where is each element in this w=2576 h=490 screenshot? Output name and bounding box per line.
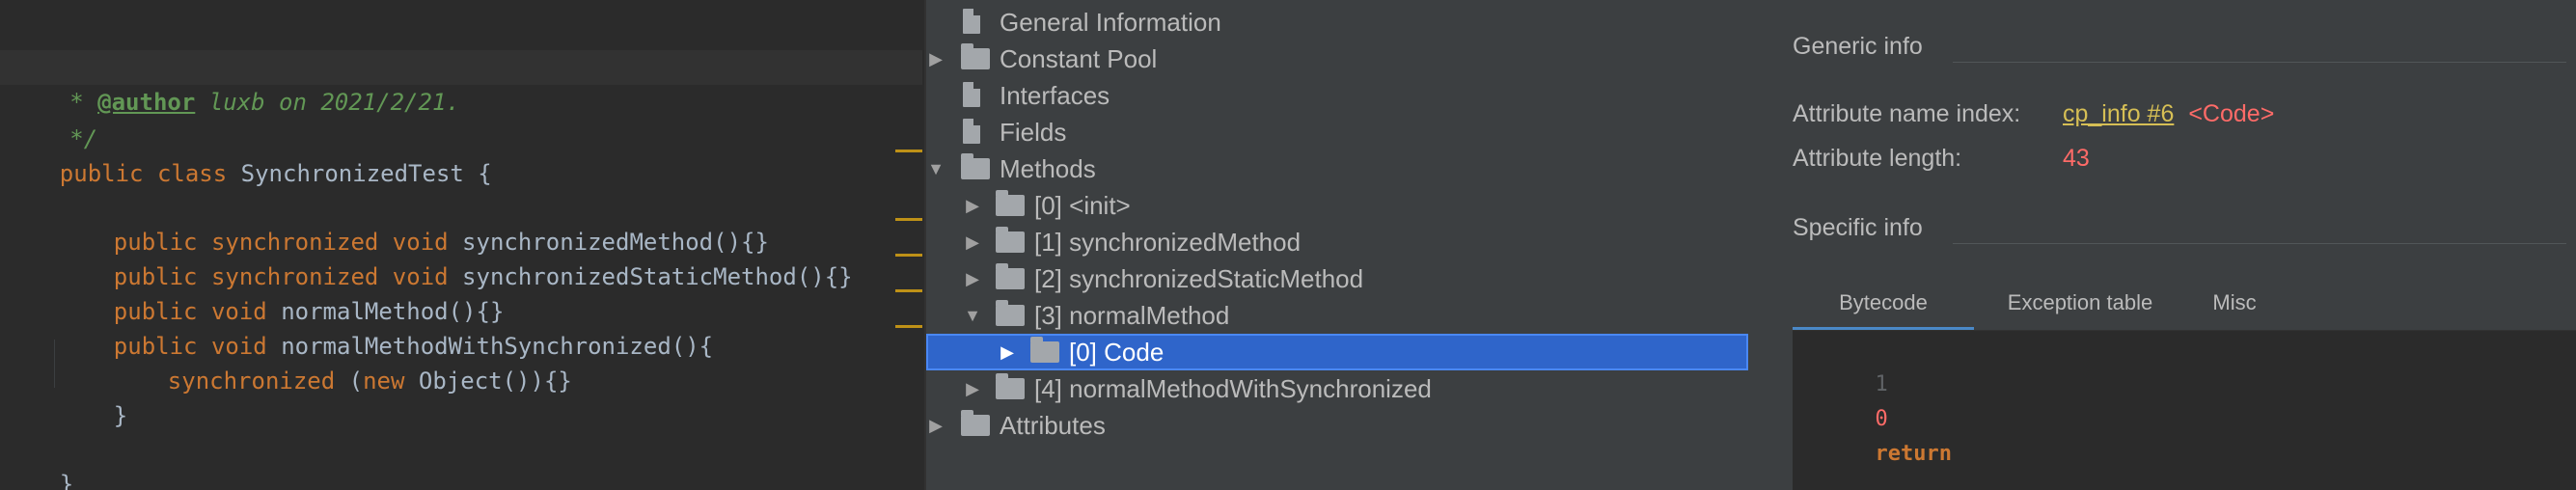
tree-item-label: Methods bbox=[1000, 154, 1096, 183]
generic-info-title: Generic info bbox=[1793, 33, 1923, 60]
tree-item-label: General Information bbox=[1000, 8, 1221, 37]
expand-arrow-icon[interactable]: ▶ bbox=[963, 187, 982, 224]
folder-icon bbox=[1030, 337, 1059, 363]
tree-item-method-normal-with-synchronized[interactable]: ▶ [4] normalMethodWithSynchronized bbox=[926, 370, 1748, 407]
tree-item-method-synchronized[interactable]: ▶ [1] synchronizedMethod bbox=[926, 224, 1748, 260]
expand-arrow-icon[interactable]: ▶ bbox=[926, 41, 945, 77]
folder-icon bbox=[996, 373, 1025, 399]
expand-arrow-icon[interactable]: ▶ bbox=[926, 407, 945, 444]
code-line-2[interactable]: * @author luxb on 2021/2/21. bbox=[0, 50, 922, 116]
bytecode-view[interactable]: 1 0 return bbox=[1793, 331, 2576, 490]
tree-item-constant-pool[interactable]: ▶ Constant Pool bbox=[926, 41, 1748, 77]
code-line-8[interactable]: public void normalMethod(){} bbox=[0, 259, 922, 325]
attribute-info-panel: Generic info Attribute name index: cp_in… bbox=[1748, 0, 2576, 490]
code-line-1[interactable]: /** bbox=[0, 17, 922, 83]
folder-icon bbox=[996, 300, 1025, 326]
class-structure-tree[interactable]: General Information ▶ Constant Pool Inte… bbox=[924, 0, 1748, 490]
tree-item-label: [4] normalMethodWithSynchronized bbox=[1034, 374, 1432, 403]
tree-item-label: [0] <init> bbox=[1034, 191, 1131, 220]
expand-arrow-icon[interactable]: ▶ bbox=[963, 370, 982, 407]
tree-item-label: Attributes bbox=[1000, 411, 1106, 440]
tree-item-label: Interfaces bbox=[1000, 81, 1110, 110]
tree-item-fields[interactable]: Fields bbox=[926, 114, 1748, 150]
tab-exception-table[interactable]: Exception table bbox=[1984, 276, 2177, 330]
info-tabs: Bytecode Exception table Misc bbox=[1793, 276, 2576, 331]
scroll-marker[interactable] bbox=[895, 254, 922, 257]
folder-icon bbox=[996, 190, 1025, 216]
folder-icon bbox=[996, 227, 1025, 253]
collapse-arrow-icon[interactable]: ▼ bbox=[926, 150, 945, 187]
folder-icon bbox=[961, 153, 990, 179]
cp-info-link[interactable]: cp_info #6 bbox=[2063, 100, 2174, 127]
tab-misc[interactable]: Misc bbox=[2186, 276, 2283, 330]
tree-item-method-synchronized-static[interactable]: ▶ [2] synchronizedStaticMethod bbox=[926, 260, 1748, 297]
attribute-name-index-value: cp_info #6 <Code> bbox=[2063, 100, 2274, 128]
brace-close: } bbox=[113, 402, 128, 429]
tree-item-method-init[interactable]: ▶ [0] <init> bbox=[926, 187, 1748, 224]
code-line-10[interactable]: synchronized (new Object()){} bbox=[0, 329, 922, 395]
tree-item-attributes[interactable]: ▶ Attributes bbox=[926, 407, 1748, 444]
tree-item-label: Constant Pool bbox=[1000, 44, 1158, 73]
code-line-7[interactable]: public synchronized void synchronizedSta… bbox=[0, 225, 922, 290]
tree-item-label: [0] Code bbox=[1069, 338, 1165, 367]
folder-icon bbox=[961, 410, 990, 436]
kw-class: class bbox=[156, 160, 228, 187]
bytecode-line[interactable]: 1 0 return bbox=[1798, 333, 1951, 466]
brace-close: } bbox=[59, 471, 74, 490]
scroll-marker[interactable] bbox=[895, 325, 922, 328]
tab-bytecode[interactable]: Bytecode bbox=[1793, 276, 1974, 330]
file-icon bbox=[963, 9, 980, 34]
code-line-13[interactable]: } bbox=[0, 432, 922, 490]
attribute-name-value: <Code> bbox=[2188, 100, 2275, 127]
section-divider bbox=[1953, 62, 2566, 63]
code-line-3[interactable]: */ bbox=[0, 87, 922, 152]
collapse-arrow-icon[interactable]: ▼ bbox=[963, 297, 982, 334]
scroll-marker[interactable] bbox=[895, 218, 922, 221]
tree-item-label: [1] synchronizedMethod bbox=[1034, 228, 1302, 257]
scroll-marker[interactable] bbox=[895, 289, 922, 292]
attribute-length-label: Attribute length: bbox=[1793, 145, 1962, 172]
section-divider bbox=[1953, 243, 2566, 244]
code-line-11[interactable]: } bbox=[0, 364, 922, 429]
bytecode-offset: 0 bbox=[1875, 407, 1888, 431]
tree-item-general-information[interactable]: General Information bbox=[926, 4, 1748, 41]
tree-item-methods[interactable]: ▼ Methods bbox=[926, 150, 1748, 187]
tree-item-code-selected[interactable]: ▶ [0] Code bbox=[926, 334, 1748, 370]
bytecode-opcode: return bbox=[1875, 442, 1952, 466]
line-number: 1 bbox=[1875, 372, 1888, 396]
expand-arrow-icon[interactable]: ▶ bbox=[963, 224, 982, 260]
scroll-marker[interactable] bbox=[895, 150, 922, 152]
file-icon bbox=[963, 119, 980, 144]
tree-item-interfaces[interactable]: Interfaces bbox=[926, 77, 1748, 114]
code-line-4[interactable]: public class SynchronizedTest { bbox=[0, 122, 922, 187]
attribute-length-value: 43 bbox=[2063, 145, 2090, 172]
specific-info-title: Specific info bbox=[1793, 214, 1923, 241]
tree-item-label: Fields bbox=[1000, 118, 1067, 147]
code-editor[interactable]: /** * @author luxb on 2021/2/21. */ publ… bbox=[0, 0, 922, 490]
file-icon bbox=[963, 82, 980, 107]
code-line-9[interactable]: public void normalMethodWithSynchronized… bbox=[0, 294, 922, 360]
kw-public: public bbox=[59, 160, 144, 187]
attribute-name-index-label: Attribute name index: bbox=[1793, 100, 2021, 127]
expand-arrow-icon[interactable]: ▶ bbox=[998, 334, 1017, 370]
tree-item-label: [2] synchronizedStaticMethod bbox=[1034, 264, 1364, 293]
class-name: SynchronizedTest bbox=[240, 160, 464, 187]
tree-item-label: [3] normalMethod bbox=[1034, 301, 1230, 330]
folder-icon bbox=[961, 43, 990, 69]
expand-arrow-icon[interactable]: ▶ bbox=[963, 260, 982, 297]
tree-item-method-normal[interactable]: ▼ [3] normalMethod bbox=[926, 297, 1748, 334]
code-line-6[interactable]: public synchronized void synchronizedMet… bbox=[0, 190, 922, 256]
folder-icon bbox=[996, 263, 1025, 289]
brace-open: { bbox=[463, 160, 492, 187]
